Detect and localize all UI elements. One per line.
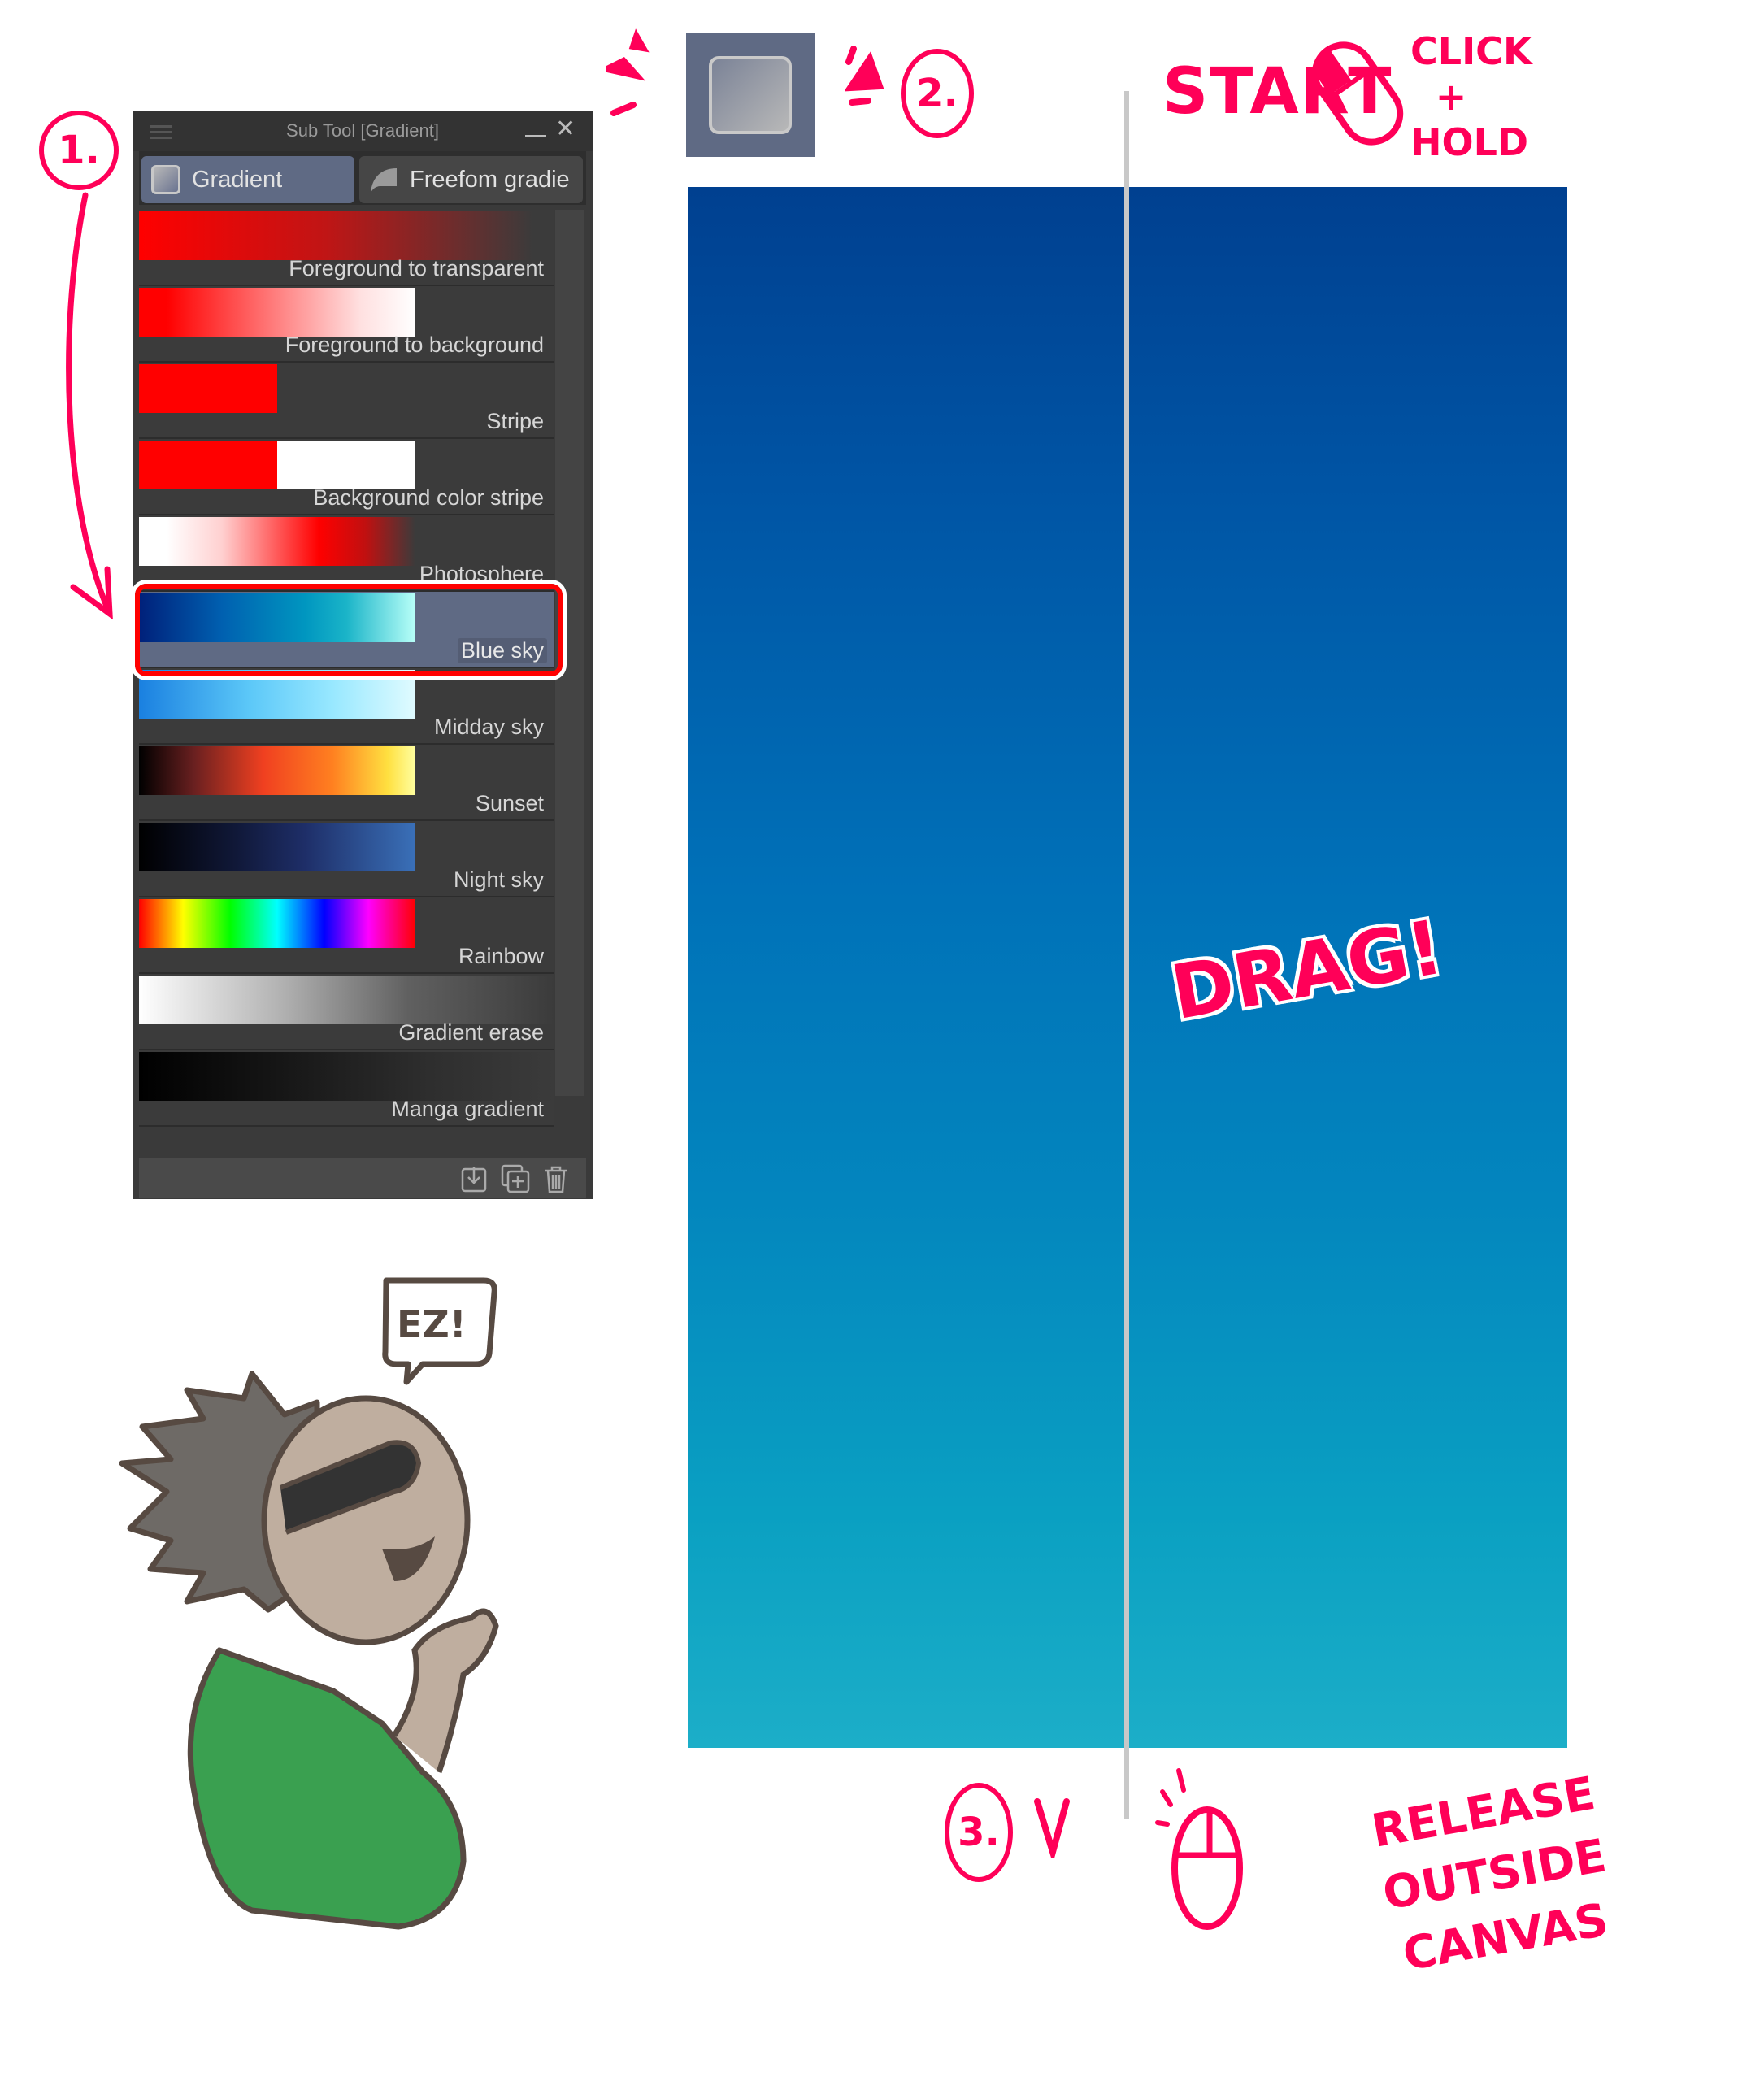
panel-footer bbox=[139, 1158, 586, 1198]
gradient-preset-label: Foreground to background bbox=[285, 332, 544, 357]
gradient-square-icon bbox=[709, 56, 792, 134]
speech-bubble: EZ! bbox=[382, 1277, 497, 1385]
gradient-preset-label: Night sky bbox=[453, 867, 544, 892]
tab-gradient-label: Gradient bbox=[192, 166, 283, 193]
release-outside-label: RELEASE OUTSIDE CANVAS bbox=[1367, 1762, 1623, 1989]
gradient-preset-label: Foreground to transparent bbox=[289, 256, 544, 280]
duplicate-icon[interactable] bbox=[501, 1164, 530, 1193]
panel-titlebar[interactable]: Sub Tool [Gradient] ✕ bbox=[133, 111, 593, 151]
gradient-preset-item[interactable]: Stripe bbox=[139, 363, 554, 439]
gradient-preset-item[interactable]: Foreground to background bbox=[139, 286, 554, 363]
mouse-click-icon bbox=[1311, 41, 1404, 146]
sparkle-left-icon bbox=[606, 28, 650, 116]
gradient-swatch bbox=[139, 1052, 554, 1101]
gradient-preset-label: Sunset bbox=[475, 791, 544, 815]
gradient-swatch bbox=[139, 976, 554, 1024]
freeform-gradient-icon bbox=[371, 168, 397, 193]
speech-text: EZ! bbox=[397, 1302, 467, 1346]
gradient-preset-item[interactable]: Night sky bbox=[139, 821, 554, 897]
close-icon[interactable]: ✕ bbox=[555, 115, 576, 143]
gradient-preset-item[interactable]: Foreground to transparent bbox=[139, 210, 554, 286]
gradient-swatch bbox=[139, 746, 415, 795]
step-1-badge: 1. bbox=[39, 111, 119, 190]
gradient-preset-item[interactable]: Background color stripe bbox=[139, 439, 554, 515]
selected-preset-highlight bbox=[135, 584, 563, 676]
gradient-square-icon bbox=[151, 165, 180, 194]
gradient-swatch bbox=[139, 288, 415, 337]
mouse-release-icon bbox=[1155, 1768, 1243, 1930]
gradient-preset-label: Rainbow bbox=[458, 944, 544, 968]
gradient-swatch bbox=[139, 517, 415, 566]
step-3-badge: 3. bbox=[945, 1783, 1013, 1882]
minimize-icon[interactable] bbox=[525, 135, 546, 137]
panel-title: Sub Tool [Gradient] bbox=[286, 120, 439, 141]
gradient-preset-item[interactable]: Sunset bbox=[139, 745, 554, 821]
gradient-tool-icon[interactable] bbox=[686, 33, 815, 157]
gradient-swatch bbox=[139, 670, 415, 719]
gradient-swatch bbox=[139, 823, 415, 871]
gradient-preset-label: Midday sky bbox=[433, 715, 544, 739]
gradient-preset-label: Manga gradient bbox=[391, 1097, 544, 1121]
gradient-preset-item[interactable]: Rainbow bbox=[139, 897, 554, 974]
arrow-down-icon bbox=[1034, 1798, 1070, 1858]
gradient-preset-label: Stripe bbox=[486, 409, 544, 433]
gradient-preset-item[interactable]: Manga gradient bbox=[139, 1050, 554, 1127]
gradient-swatch bbox=[139, 211, 554, 260]
step-3-label: 3. bbox=[958, 1810, 1000, 1855]
click-hold-label: CLICK + HOLD bbox=[1410, 28, 1532, 165]
tab-bar: Gradient Freefom gradie bbox=[139, 151, 586, 205]
click-label: CLICK bbox=[1410, 29, 1532, 73]
gradient-preset-item[interactable]: Midday sky bbox=[139, 668, 554, 745]
trash-icon[interactable] bbox=[541, 1164, 571, 1193]
arm bbox=[392, 1608, 499, 1774]
gradient-preset-label: Gradient erase bbox=[398, 1020, 544, 1045]
tab-gradient[interactable]: Gradient bbox=[141, 156, 354, 203]
plus-label: + bbox=[1435, 75, 1467, 119]
mascot-illustration: EZ! bbox=[119, 1277, 499, 1930]
hold-label: HOLD bbox=[1410, 120, 1529, 164]
gradient-preset-item[interactable]: Gradient erase bbox=[139, 974, 554, 1050]
tab-freeform-gradient[interactable]: Freefom gradie bbox=[359, 156, 583, 203]
gradient-preset-label: Background color stripe bbox=[313, 485, 544, 510]
gradient-swatch bbox=[139, 441, 415, 489]
tab-freeform-label: Freefom gradie bbox=[410, 166, 570, 193]
step-2-label: 2. bbox=[916, 71, 958, 116]
step-2-badge: 2. bbox=[901, 49, 974, 138]
drag-path-line bbox=[1124, 91, 1129, 1819]
step-1-arrow-icon bbox=[66, 192, 113, 620]
step-1-label: 1. bbox=[58, 128, 100, 173]
download-icon[interactable] bbox=[460, 1164, 489, 1193]
gradient-swatch bbox=[139, 364, 277, 413]
gradient-preset-item[interactable]: Photosphere bbox=[139, 515, 554, 592]
gradient-swatch bbox=[139, 899, 415, 948]
